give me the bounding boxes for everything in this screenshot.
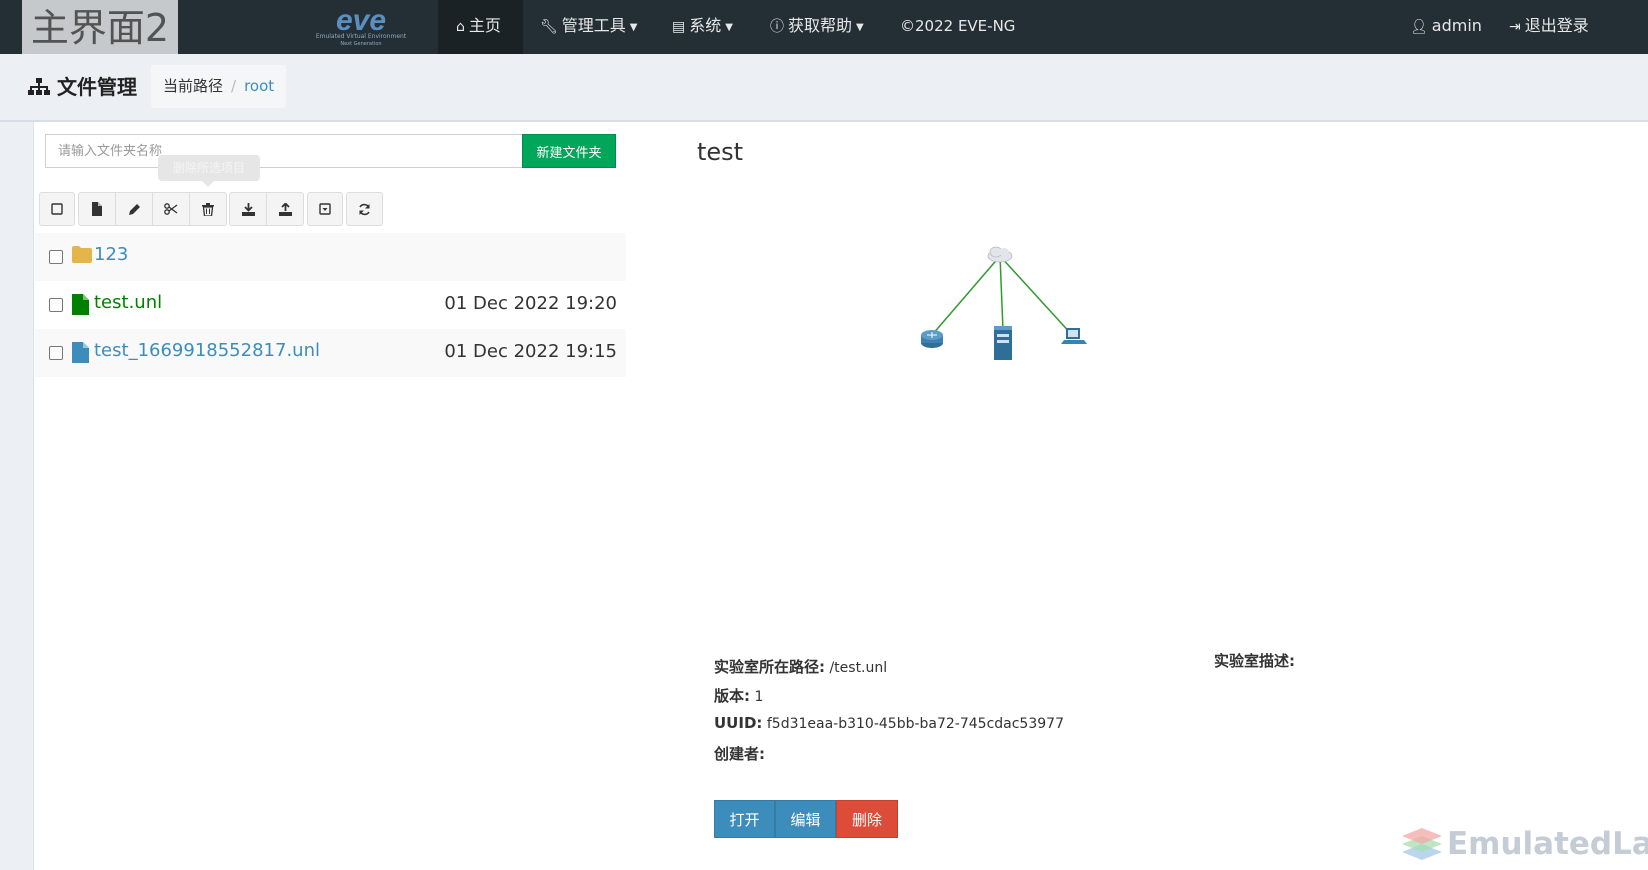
nav-system-label: 系统 [689,16,722,35]
lab-path-label: 实验室所在路径: [714,658,825,676]
export-button[interactable] [229,192,267,226]
archive-icon [319,203,331,215]
file-date: 01 Dec 2022 19:15 [444,341,617,362]
refresh-icon [359,203,370,215]
cloud-icon [987,246,1013,263]
folder-icon [72,246,92,267]
nav-user-label: admin [1431,16,1482,35]
row-checkbox[interactable] [49,250,63,264]
router-icon [921,330,943,348]
nav-help-label: 获取帮助 [788,16,853,35]
file-name-link[interactable]: test.unl [94,292,162,313]
caret-down-icon: ▼ [629,22,638,33]
file-name-link[interactable]: test_1669918552817.unl [94,340,320,361]
user-icon: 👤︎ [1410,19,1428,35]
emulatedlab-watermark: EmulatedLab [1447,826,1648,862]
topology-preview [900,240,1100,369]
tooltip: 删除所选项目 [158,155,260,187]
eve-logo[interactable]: eve Emulated Virtual Environment Next Ge… [310,0,412,54]
left-rail [0,122,34,870]
open-lab-button[interactable]: 打开 [714,800,775,838]
server-icon [994,326,1012,360]
file-date: 01 Dec 2022 19:20 [444,293,617,314]
breadcrumb-separator: / [231,77,237,95]
book-icon: ▤ [672,19,686,35]
nav-tools[interactable]: 🔧︎ 管理工具 ▼ [540,0,638,54]
lab-uuid-value: f5d31eaa-b310-45bb-ba72-745cdac53977 [766,716,1064,732]
breadcrumb-label: 当前路径 [163,77,224,95]
home-icon: ⌂ [456,19,465,35]
file-icon [72,294,89,319]
lab-creator-label: 创建者: [714,745,765,763]
lab-version: 版本: 1 [714,685,763,706]
new-file-icon [92,202,102,216]
lab-description-label: 实验室描述: [1214,652,1295,670]
trash-icon [202,202,214,216]
caret-down-icon: ▼ [725,22,733,33]
cut-button[interactable] [152,192,190,226]
nav-copyright: ©2022 EVE-NG [900,17,1016,35]
content-header: 文件管理 当前路径 / root [0,54,1648,122]
screenshot-watermark: 主界面2 [22,0,178,58]
lab-uuid-label: UUID: [714,714,763,732]
rename-button[interactable] [115,192,153,226]
svg-text:Next Generation: Next Generation [340,41,381,47]
download-icon [241,202,255,216]
file-row-lab[interactable]: test.unl 01 Dec 2022 19:20 [35,281,626,329]
emulatedlab-logo-icon [1400,826,1444,870]
svg-text:Emulated Virtual Environment: Emulated Virtual Environment [316,33,407,40]
lab-path-value: /test.unl [829,660,888,676]
sitemap-icon [28,75,57,99]
new-folder-button[interactable]: 新建文件夹 [522,134,616,168]
new-file-button[interactable] [78,192,116,226]
folder-name-input[interactable] [45,134,523,168]
file-name-link[interactable]: 123 [94,244,128,265]
edit-lab-button[interactable]: 编辑 [775,800,836,838]
page-title-text: 文件管理 [56,75,137,99]
file-icon [72,342,89,367]
lab-version-value: 1 [754,689,764,705]
info-icon: ⓘ [770,19,784,35]
lab-path: 实验室所在路径: /test.unl [714,656,887,677]
lab-creator: 创建者: [714,743,765,764]
nav-user[interactable]: 👤︎ admin [1410,0,1482,54]
nav-help[interactable]: ⓘ 获取帮助 ▼ [770,0,864,54]
delete-selected-button[interactable] [189,192,227,226]
pencil-icon [128,203,140,215]
file-row-lab[interactable]: test_1669918552817.unl 01 Dec 2022 19:15 [35,329,626,377]
breadcrumb: 当前路径 / root [151,65,287,108]
nav-tools-label: 管理工具 [561,16,626,35]
top-navbar: eve Emulated Virtual Environment Next Ge… [0,0,1648,54]
file-row-folder[interactable]: 123 [35,233,626,281]
nav-home[interactable]: ⌂ 主页 [438,0,523,54]
nav-logout[interactable]: ⇥ 退出登录 [1509,0,1589,54]
row-checkbox[interactable] [49,298,63,312]
lab-uuid: UUID: f5d31eaa-b310-45bb-ba72-745cdac539… [714,714,1064,732]
caret-down-icon: ▼ [856,22,864,33]
row-checkbox[interactable] [49,346,63,360]
nav-system[interactable]: ▤ 系统 ▼ [672,0,733,54]
lab-version-label: 版本: [714,687,750,705]
sign-out-icon: ⇥ [1509,19,1521,35]
lab-title: test [697,138,744,166]
archive-button[interactable] [307,192,343,226]
nav-home-label: 主页 [468,16,501,35]
checkbox-icon [51,203,63,215]
select-all-button[interactable] [39,192,75,226]
scissors-icon [164,203,178,215]
nav-logout-label: 退出登录 [1524,16,1589,35]
pc-icon [1061,328,1087,344]
delete-lab-button[interactable]: 删除 [836,800,898,838]
refresh-button[interactable] [346,192,383,226]
wrench-icon: 🔧︎ [540,19,558,35]
page-title: 文件管理 [28,71,137,100]
upload-icon [278,202,292,216]
import-button[interactable] [266,192,304,226]
breadcrumb-root-link[interactable]: root [244,77,274,95]
